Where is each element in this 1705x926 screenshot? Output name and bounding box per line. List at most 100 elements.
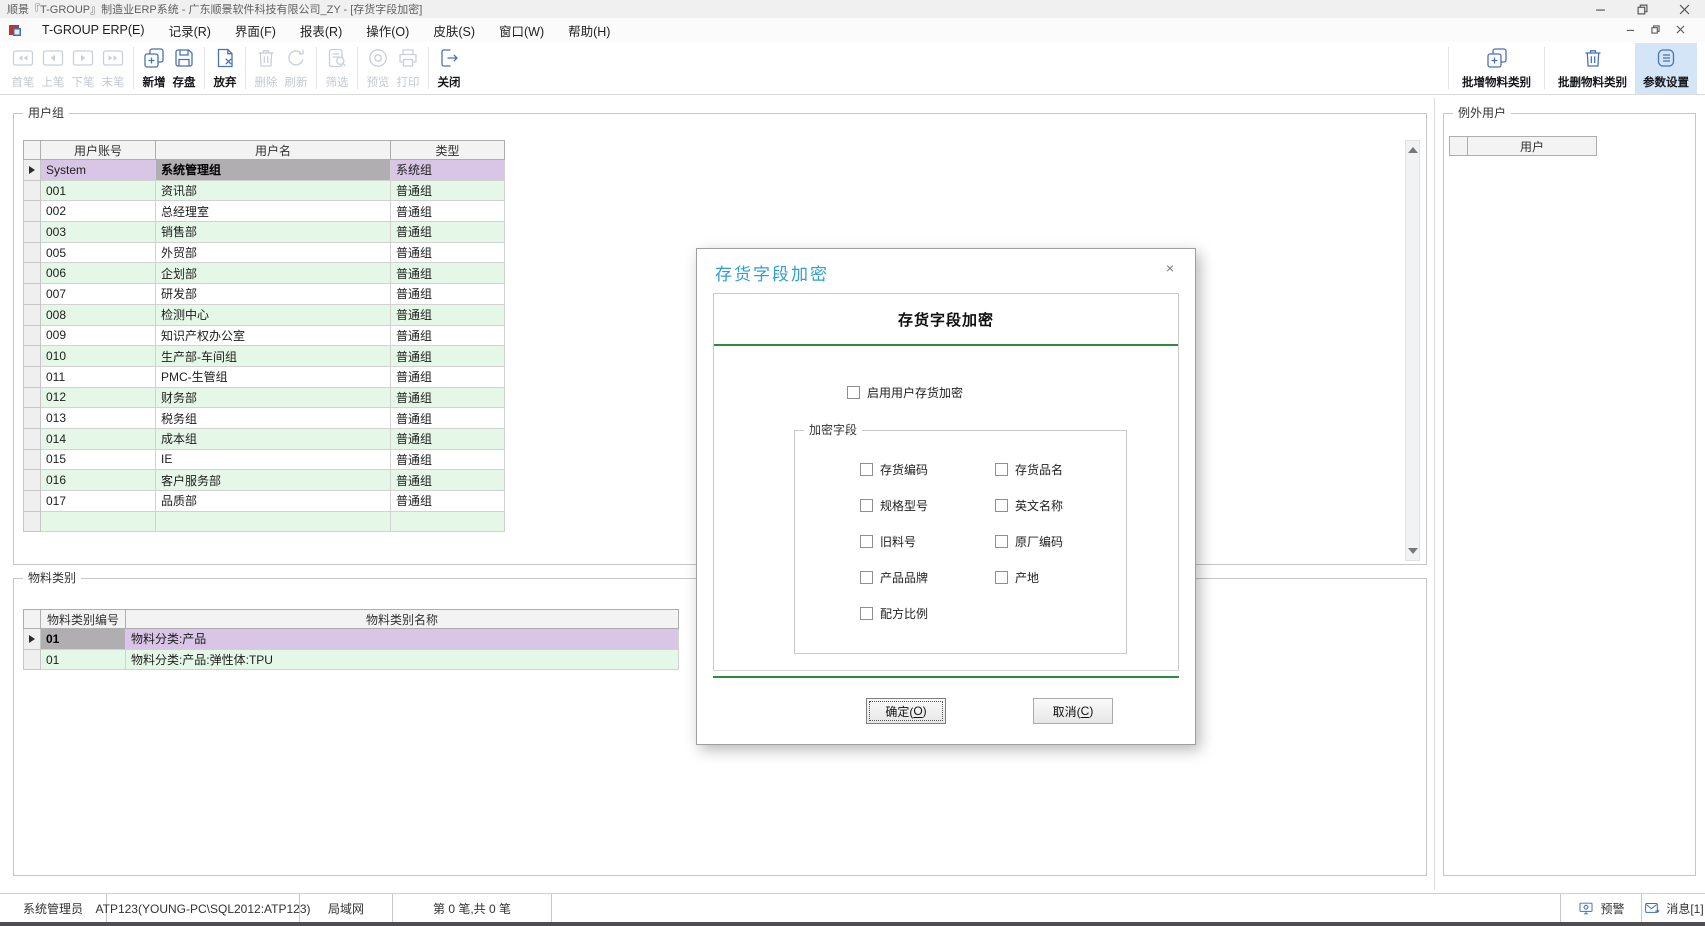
table-row[interactable]: 001资讯部普通组 (24, 180, 505, 201)
field-checkbox[interactable] (860, 499, 873, 512)
cell-account[interactable]: 009 (41, 325, 156, 346)
mdi-close-button[interactable] (1676, 23, 1685, 37)
cell-category-name[interactable]: 物料分类:产品:弹性体:TPU (125, 649, 678, 670)
table-row[interactable]: 012财务部普通组 (24, 387, 505, 408)
restore-button[interactable] (1621, 0, 1663, 18)
cancel-button[interactable]: 取消(C) (1033, 698, 1113, 724)
column-header-user[interactable]: 用户 (1468, 137, 1597, 156)
table-row[interactable]: 013税务组普通组 (24, 408, 505, 429)
table-row[interactable]: 007研发部普通组 (24, 284, 505, 305)
field-checkbox[interactable] (860, 535, 873, 548)
field-option[interactable]: 配方比例 (860, 605, 928, 622)
menu-item-record[interactable]: 记录(R) (157, 21, 223, 40)
cell-type[interactable]: 普通组 (391, 346, 505, 367)
field-checkbox[interactable] (995, 535, 1008, 548)
mdi-restore-button[interactable] (1651, 23, 1660, 37)
field-checkbox[interactable] (995, 571, 1008, 584)
cell-account[interactable]: 008 (41, 304, 156, 325)
cell-type[interactable]: 普通组 (391, 284, 505, 305)
current-row-arrow[interactable] (24, 160, 41, 181)
enable-encrypt-row[interactable]: 启用用户存货加密 (847, 384, 963, 401)
table-row[interactable]: 017品质部普通组 (24, 491, 505, 512)
current-row-arrow[interactable] (24, 629, 41, 650)
cell-account[interactable]: 001 (41, 180, 156, 201)
batch-delete-category-button[interactable]: 批删物料类别 (1550, 43, 1635, 94)
cell-username[interactable]: 品质部 (156, 491, 391, 512)
cell-account[interactable]: 010 (41, 346, 156, 367)
field-option[interactable]: 原厂编码 (995, 533, 1063, 550)
cell-type[interactable]: 普通组 (391, 366, 505, 387)
cell-type[interactable]: 普通组 (391, 470, 505, 491)
cell-account[interactable]: 006 (41, 263, 156, 284)
minimize-button[interactable] (1579, 0, 1621, 18)
add-button[interactable]: 新增 (139, 43, 169, 94)
cell-type[interactable]: 普通组 (391, 387, 505, 408)
alert-button[interactable]: 预警 (1560, 894, 1641, 923)
cell-type[interactable]: 普通组 (391, 180, 505, 201)
table-row[interactable]: 008检测中心普通组 (24, 304, 505, 325)
cell-username[interactable]: IE (156, 449, 391, 470)
menu-item-report[interactable]: 报表(R) (288, 21, 354, 40)
table-row[interactable]: 010生产部-车间组普通组 (24, 346, 505, 367)
cell-username[interactable]: 企划部 (156, 263, 391, 284)
cell-category-code[interactable]: 01 (40, 649, 125, 670)
cell-type[interactable]: 普通组 (391, 304, 505, 325)
cell-category-code[interactable]: 01 (40, 629, 125, 650)
mdi-minimize-button[interactable] (1626, 23, 1635, 37)
cell-account[interactable]: 002 (41, 201, 156, 222)
cell-type[interactable]: 系统组 (391, 160, 505, 181)
discard-button[interactable]: 放弃 (210, 43, 240, 94)
table-row[interactable]: 01物料分类:产品 (24, 629, 679, 650)
cell-account[interactable]: 007 (41, 284, 156, 305)
cell-account[interactable]: 003 (41, 222, 156, 243)
field-option[interactable]: 产品品牌 (860, 569, 928, 586)
cell-account[interactable]: 011 (41, 366, 156, 387)
column-header-category-name[interactable]: 物料类别名称 (125, 610, 678, 629)
scroll-down-arrow[interactable] (1408, 548, 1418, 554)
table-row[interactable]: 006企划部普通组 (24, 263, 505, 284)
cell-account[interactable]: 014 (41, 428, 156, 449)
cell-type[interactable]: 普通组 (391, 201, 505, 222)
batch-add-category-button[interactable]: 批增物料类别 (1454, 43, 1539, 94)
table-row[interactable]: 009知识产权办公室普通组 (24, 325, 505, 346)
cell-type[interactable]: 普通组 (391, 222, 505, 243)
table-row[interactable]: 005外贸部普通组 (24, 242, 505, 263)
cell-type[interactable]: 普通组 (391, 408, 505, 429)
enable-encrypt-checkbox[interactable] (847, 386, 860, 399)
cell-username[interactable]: 客户服务部 (156, 470, 391, 491)
cell-account[interactable]: 012 (41, 387, 156, 408)
field-option[interactable]: 存货品名 (995, 461, 1063, 478)
cell-username[interactable]: 销售部 (156, 222, 391, 243)
ok-button[interactable]: 确定(O) (866, 698, 946, 724)
table-row[interactable]: 011PMC-生管组普通组 (24, 366, 505, 387)
menu-item-operation[interactable]: 操作(O) (354, 21, 421, 40)
cell-username[interactable]: 知识产权办公室 (156, 325, 391, 346)
column-header-username[interactable]: 用户名 (156, 141, 391, 160)
field-checkbox[interactable] (860, 463, 873, 476)
column-header-account[interactable]: 用户账号 (41, 141, 156, 160)
field-checkbox[interactable] (860, 607, 873, 620)
cell-username[interactable]: 检测中心 (156, 304, 391, 325)
cell-account[interactable]: 016 (41, 470, 156, 491)
close-window-button[interactable] (1663, 0, 1705, 18)
cell-category-name[interactable]: 物料分类:产品 (125, 629, 678, 650)
table-row[interactable]: 016客户服务部普通组 (24, 470, 505, 491)
cell-type[interactable]: 普通组 (391, 491, 505, 512)
cell-type[interactable]: 普通组 (391, 449, 505, 470)
cell-username[interactable]: 总经理室 (156, 201, 391, 222)
user-groups-scrollbar[interactable] (1405, 140, 1420, 561)
cell-username[interactable]: 生产部-车间组 (156, 346, 391, 367)
close-form-button[interactable]: 关闭 (434, 43, 464, 94)
table-row[interactable]: 002总经理室普通组 (24, 201, 505, 222)
column-header-category-code[interactable]: 物料类别编号 (40, 610, 125, 629)
cell-username[interactable]: 外贸部 (156, 242, 391, 263)
cell-username[interactable]: 资讯部 (156, 180, 391, 201)
menu-item-ui[interactable]: 界面(F) (223, 21, 288, 40)
field-checkbox[interactable] (995, 499, 1008, 512)
cell-username[interactable]: 成本组 (156, 428, 391, 449)
table-row[interactable]: 014成本组普通组 (24, 428, 505, 449)
cell-username[interactable]: PMC-生管组 (156, 366, 391, 387)
cell-type[interactable]: 普通组 (391, 428, 505, 449)
cell-account[interactable]: System (41, 160, 156, 181)
field-checkbox[interactable] (995, 463, 1008, 476)
